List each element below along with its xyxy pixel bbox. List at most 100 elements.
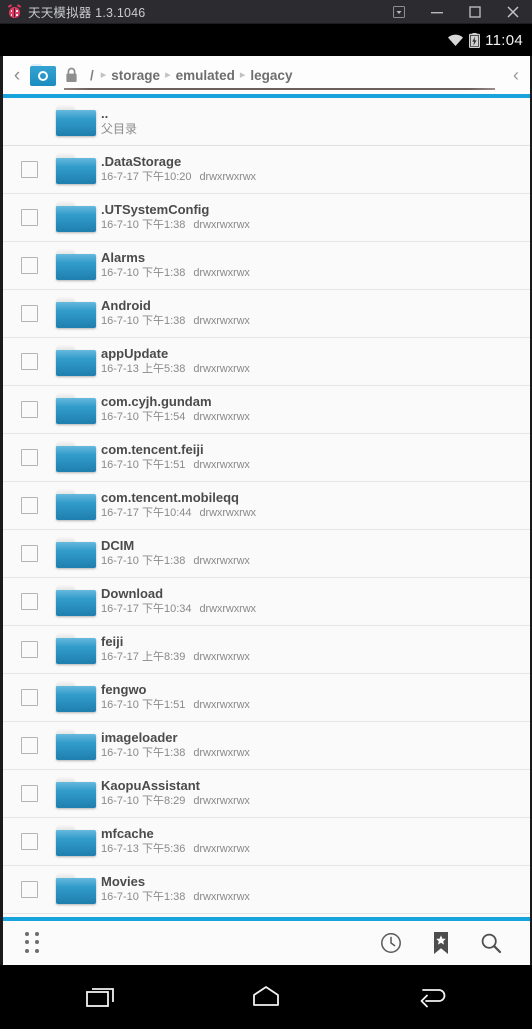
file-row[interactable]: Alarms 16-7-10 下午1:38 drwxrwxrwx bbox=[3, 242, 530, 290]
nav-back-chevron-icon[interactable]: ‹ bbox=[7, 58, 27, 92]
row-checkbox[interactable] bbox=[20, 497, 38, 514]
row-checkbox[interactable] bbox=[20, 881, 38, 898]
file-row[interactable]: com.cyjh.gundam 16-7-10 下午1:54 drwxrwxrwx bbox=[3, 386, 530, 434]
file-row[interactable]: Android 16-7-10 下午1:38 drwxrwxrwx bbox=[3, 290, 530, 338]
row-text: appUpdate 16-7-13 上午5:38 drwxrwxrwx bbox=[101, 346, 530, 377]
file-list[interactable]: .. 父目录 .DataStorage 16-7-17 下午10:20 drwxrwxr… bbox=[3, 98, 530, 917]
breadcrumb-collapse-chevron-icon[interactable]: ‹ bbox=[502, 58, 530, 92]
bookmark-button[interactable] bbox=[416, 923, 466, 963]
file-row[interactable]: appUpdate 16-7-13 上午5:38 drwxrwxrwx bbox=[3, 338, 530, 386]
row-text: Download 16-7-17 下午10:34 drwxrwxrwx bbox=[101, 586, 530, 617]
file-permissions: drwxrwxrwx bbox=[193, 363, 250, 375]
row-checkbox-cell[interactable] bbox=[7, 593, 51, 610]
row-checkbox[interactable] bbox=[20, 305, 38, 322]
row-checkbox-cell[interactable] bbox=[7, 737, 51, 754]
row-checkbox-cell[interactable] bbox=[7, 881, 51, 898]
folder-icon bbox=[51, 298, 101, 329]
file-row[interactable]: .DataStorage 16-7-17 下午10:20 drwxrwxrwx bbox=[3, 146, 530, 194]
file-permissions: drwxrwxrwx bbox=[199, 603, 257, 615]
row-checkbox-cell[interactable] bbox=[7, 641, 51, 658]
row-checkbox[interactable] bbox=[20, 401, 38, 418]
file-name: .DataStorage bbox=[101, 154, 182, 169]
file-row[interactable]: com.tencent.feiji 16-7-10 下午1:51 drwxrwxrw… bbox=[3, 434, 530, 482]
file-meta: 16-7-10 下午1:38 drwxrwxrwx bbox=[101, 554, 520, 569]
file-row[interactable]: .. 父目录 bbox=[3, 98, 530, 146]
battery-charging-icon bbox=[469, 32, 481, 48]
row-text: com.cyjh.gundam 16-7-10 下午1:54 drwxrwxrwx bbox=[101, 394, 530, 425]
bookmark-star-icon bbox=[434, 932, 448, 954]
folder-root-icon[interactable] bbox=[28, 63, 58, 87]
folder-icon bbox=[51, 442, 101, 473]
row-text: feiji 16-7-17 上午8:39 drwxrwxrwx bbox=[101, 634, 530, 665]
file-row[interactable]: Movies 16-7-10 下午1:38 drwxrwxrwx bbox=[3, 866, 530, 914]
row-checkbox[interactable] bbox=[20, 353, 38, 370]
search-button[interactable] bbox=[466, 923, 516, 963]
file-name: imageloader bbox=[101, 730, 178, 745]
row-checkbox-cell[interactable] bbox=[7, 209, 51, 226]
breadcrumb[interactable]: / ▸ storage ▸ emulated ▸ legacy bbox=[84, 58, 502, 92]
row-checkbox[interactable] bbox=[20, 593, 38, 610]
history-button[interactable] bbox=[366, 923, 416, 963]
row-text: com.tencent.feiji 16-7-10 下午1:51 drwxrwxrw… bbox=[101, 442, 530, 473]
folder-icon bbox=[51, 634, 101, 665]
file-meta: 16-7-10 下午1:38 drwxrwxrwx bbox=[101, 746, 520, 761]
folder-icon bbox=[51, 394, 101, 425]
row-checkbox-cell[interactable] bbox=[7, 545, 51, 562]
row-checkbox[interactable] bbox=[20, 209, 38, 226]
back-button[interactable] bbox=[404, 973, 460, 1021]
row-checkbox[interactable] bbox=[20, 641, 38, 658]
file-row[interactable]: imageloader 16-7-10 下午1:38 drwxrwxrwx bbox=[3, 722, 530, 770]
home-button[interactable] bbox=[238, 973, 294, 1021]
row-checkbox[interactable] bbox=[20, 449, 38, 466]
file-row[interactable]: Download 16-7-17 下午10:34 drwxrwxrwx bbox=[3, 578, 530, 626]
row-checkbox[interactable] bbox=[20, 833, 38, 850]
file-row[interactable]: DCIM 16-7-10 下午1:38 drwxrwxrwx bbox=[3, 530, 530, 578]
breadcrumb-item-legacy[interactable]: legacy bbox=[250, 68, 292, 83]
grid-dots-icon[interactable] bbox=[25, 932, 41, 954]
lock-icon[interactable] bbox=[58, 67, 84, 83]
file-meta: 16-7-13 上午5:38 drwxrwxrwx bbox=[101, 362, 520, 377]
row-checkbox-cell[interactable] bbox=[7, 689, 51, 706]
row-checkbox-cell[interactable] bbox=[7, 449, 51, 466]
maximize-button[interactable] bbox=[456, 0, 494, 24]
file-row[interactable]: feiji 16-7-17 上午8:39 drwxrwxrwx bbox=[3, 626, 530, 674]
file-meta: 16-7-10 下午1:51 drwxrwxrwx bbox=[101, 458, 520, 473]
row-checkbox-cell[interactable] bbox=[7, 497, 51, 514]
row-checkbox[interactable] bbox=[20, 545, 38, 562]
file-row[interactable]: mfcache 16-7-13 下午5:36 drwxrwxrwx bbox=[3, 818, 530, 866]
file-row[interactable]: .UTSystemConfig 16-7-10 下午1:38 drwxrwxrwx bbox=[3, 194, 530, 242]
row-checkbox-cell[interactable] bbox=[7, 785, 51, 802]
row-checkbox[interactable] bbox=[20, 785, 38, 802]
breadcrumb-item-emulated[interactable]: emulated bbox=[176, 68, 235, 83]
file-meta: 16-7-17 上午8:39 drwxrwxrwx bbox=[101, 650, 520, 665]
file-name: Movies bbox=[101, 874, 146, 889]
row-checkbox[interactable] bbox=[20, 689, 38, 706]
dropdown-box-button[interactable] bbox=[380, 0, 418, 24]
file-permissions: drwxrwxrwx bbox=[193, 315, 250, 327]
minimize-button[interactable] bbox=[418, 0, 456, 24]
file-permissions: drwxrwxrwx bbox=[193, 555, 250, 567]
file-permissions: drwxrwxrwx bbox=[193, 459, 250, 471]
file-row[interactable]: com.tencent.mobileqq 16-7-17 下午10:44 drwxr… bbox=[3, 482, 530, 530]
row-checkbox-cell[interactable] bbox=[7, 353, 51, 370]
file-name: com.tencent.mobileqq bbox=[101, 490, 239, 505]
row-checkbox[interactable] bbox=[20, 161, 38, 178]
address-underline bbox=[64, 88, 495, 90]
row-checkbox[interactable] bbox=[20, 737, 38, 754]
row-checkbox-cell[interactable] bbox=[7, 257, 51, 274]
file-row[interactable]: KaopuAssistant 16-7-10 下午8:29 drwxrwxrwx bbox=[3, 770, 530, 818]
row-checkbox[interactable] bbox=[20, 257, 38, 274]
maximize-icon bbox=[469, 5, 481, 18]
row-checkbox-cell[interactable] bbox=[7, 401, 51, 418]
close-button[interactable] bbox=[494, 0, 532, 24]
file-date: 16-7-13 上午5:38 bbox=[101, 363, 186, 375]
breadcrumb-item-storage[interactable]: storage bbox=[111, 68, 160, 83]
row-checkbox-cell[interactable] bbox=[7, 305, 51, 322]
recents-button[interactable] bbox=[72, 973, 128, 1021]
file-name: Alarms bbox=[101, 250, 146, 265]
row-checkbox-cell[interactable] bbox=[7, 833, 51, 850]
file-row[interactable]: fengwo 16-7-10 下午1:51 drwxrwxrwx bbox=[3, 674, 530, 722]
row-checkbox-cell[interactable] bbox=[7, 161, 51, 178]
file-meta: 16-7-10 下午8:29 drwxrwxrwx bbox=[101, 794, 520, 809]
breadcrumb-root[interactable]: / bbox=[90, 68, 96, 83]
